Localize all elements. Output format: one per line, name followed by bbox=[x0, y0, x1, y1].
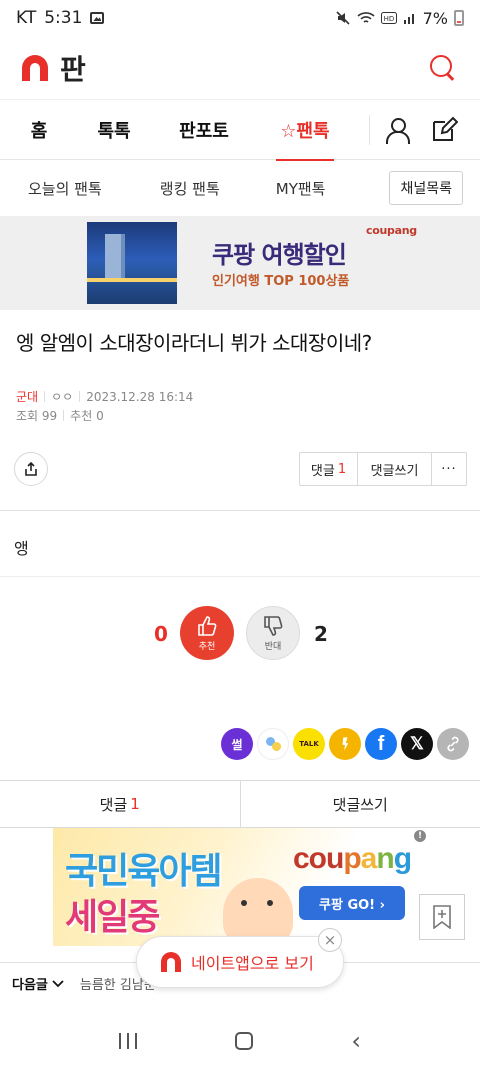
battery-icon bbox=[454, 10, 464, 26]
system-nav-bar: ‹ bbox=[0, 1014, 480, 1067]
post-category[interactable]: 군대 bbox=[16, 388, 38, 405]
facebook-share-icon[interactable]: f bbox=[365, 728, 397, 760]
oppose-button[interactable]: 반대 bbox=[246, 606, 300, 660]
open-in-app-popup[interactable]: 네이트앱으로 보기 bbox=[136, 936, 344, 988]
share-button[interactable] bbox=[14, 452, 48, 486]
ad-subtext: 인기여행 TOP 100상품 bbox=[212, 274, 350, 289]
search-icon[interactable] bbox=[428, 53, 458, 83]
open-in-app-text: 네이트앱으로 보기 bbox=[191, 954, 314, 973]
app-header: 판 bbox=[0, 36, 480, 100]
nate-logo-icon bbox=[161, 952, 181, 972]
svg-text:HD: HD bbox=[383, 15, 394, 23]
sub-nav-today[interactable]: 오늘의 팬톡 bbox=[28, 178, 102, 199]
vote-area: 0 추천 반대 2 bbox=[0, 606, 480, 662]
hd-icon: HD bbox=[380, 12, 397, 24]
copy-link-icon[interactable] bbox=[437, 728, 469, 760]
divider bbox=[0, 576, 480, 577]
write-comment-button[interactable]: 댓글쓰기 bbox=[358, 453, 432, 485]
sub-nav-my[interactable]: MY팬톡 bbox=[276, 178, 326, 199]
thumbs-down-icon bbox=[264, 616, 283, 636]
post-meta: 군대 ㅇㅇ 2023.12.28 16:14 bbox=[16, 388, 193, 405]
comment-bar: 댓글 1 댓글쓰기 bbox=[0, 780, 480, 828]
post-title: 엥 알엠이 소대장이라더니 뷔가 소대장이네? bbox=[16, 331, 372, 355]
ad-brand-logo: coupang bbox=[366, 224, 417, 237]
signal-icon bbox=[403, 14, 414, 24]
ad-headline: 쿠팡 여행할인 bbox=[212, 241, 347, 269]
ad2-line1: 국민육아템 bbox=[65, 851, 223, 892]
ad-info-icon[interactable]: ! bbox=[414, 830, 426, 842]
status-bar: KT 5:31 HD 7% bbox=[0, 0, 480, 36]
coupang-go-button[interactable]: 쿠팡 GO! › bbox=[299, 886, 405, 920]
channel-list-button[interactable]: 채널목록 bbox=[389, 171, 463, 205]
comment-count: 1 bbox=[337, 461, 347, 477]
write-post-icon[interactable] bbox=[430, 116, 458, 144]
tab-home[interactable]: 홈 bbox=[0, 100, 78, 160]
nate-logo-icon[interactable] bbox=[22, 54, 48, 81]
band-share-icon[interactable] bbox=[257, 728, 289, 760]
ad2-brand-logo: coupang bbox=[293, 842, 412, 875]
app-title[interactable]: 판 bbox=[60, 48, 86, 88]
comment-bar-write-button[interactable]: 댓글쓰기 bbox=[241, 781, 480, 827]
comment-count-button[interactable]: 댓글 1 bbox=[300, 453, 358, 485]
baby-illustration bbox=[223, 878, 293, 944]
thumbs-up-icon bbox=[198, 616, 217, 636]
ad-resort-photo bbox=[87, 222, 177, 304]
kakaostory-share-icon[interactable] bbox=[329, 728, 361, 760]
back-icon[interactable]: ‹ bbox=[351, 1027, 361, 1055]
gallery-notification-icon bbox=[90, 12, 105, 24]
comment-list-button[interactable]: 댓글 1 bbox=[0, 781, 241, 827]
next-post-label[interactable]: 다음글 bbox=[12, 974, 48, 993]
chevron-down-icon bbox=[52, 979, 64, 987]
x-share-icon[interactable]: 𝕏 bbox=[401, 728, 433, 760]
ad2-line2: 세일중 bbox=[65, 897, 160, 938]
recommend-count: 0 bbox=[154, 622, 168, 646]
oppose-count: 2 bbox=[314, 622, 328, 646]
post-recommends: 추천 0 bbox=[70, 409, 104, 423]
wifi-icon bbox=[357, 12, 375, 23]
tab-fantalk[interactable]: ☆팬톡 bbox=[276, 100, 334, 161]
bookmark-button[interactable] bbox=[419, 894, 465, 940]
sub-nav: 오늘의 팬톡 랭킹 팬톡 MY팬톡 채널목록 bbox=[0, 160, 480, 216]
close-icon[interactable]: × bbox=[318, 928, 342, 952]
battery-percent: 7% bbox=[422, 8, 448, 28]
mute-icon bbox=[336, 11, 350, 25]
divider bbox=[0, 510, 480, 511]
home-icon[interactable] bbox=[235, 1031, 254, 1050]
more-options-button[interactable]: ··· bbox=[432, 453, 466, 485]
kakaotalk-share-icon[interactable]: TALK bbox=[293, 728, 325, 760]
clock-text: 5:31 bbox=[44, 8, 83, 28]
tab-panphoto[interactable]: 판포토 bbox=[150, 100, 258, 160]
tab-toktok[interactable]: 톡톡 bbox=[78, 100, 150, 160]
carrier-text: KT bbox=[16, 8, 37, 28]
post-views: 조회 99 bbox=[16, 409, 58, 423]
main-nav: 홈 톡톡 판포토 ☆팬톡 bbox=[0, 100, 480, 161]
recent-apps-icon[interactable] bbox=[119, 1032, 138, 1049]
post-body: 앵 bbox=[14, 539, 29, 558]
bottom-ad-banner[interactable]: 국민육아템 세일중 coupang 쿠팡 GO! › bbox=[53, 828, 429, 946]
comment-bar-count: 1 bbox=[130, 795, 140, 813]
post-action-row: 댓글 1 댓글쓰기 ··· bbox=[0, 452, 480, 488]
user-icon[interactable] bbox=[384, 117, 410, 144]
bookmark-add-icon bbox=[433, 905, 451, 929]
sns-share-row: 썰 TALK f 𝕏 bbox=[221, 728, 469, 760]
sub-nav-ranking[interactable]: 랭킹 팬톡 bbox=[160, 178, 220, 199]
nav-divider bbox=[369, 114, 370, 145]
share-icon bbox=[25, 462, 37, 476]
ssul-share-icon[interactable]: 썰 bbox=[221, 728, 253, 760]
post-stats: 조회 99 추천 0 bbox=[16, 407, 104, 424]
post-date: 2023.12.28 16:14 bbox=[86, 389, 194, 404]
recommend-button[interactable]: 추천 bbox=[180, 606, 234, 660]
post-author: ㅇㅇ bbox=[51, 390, 74, 404]
